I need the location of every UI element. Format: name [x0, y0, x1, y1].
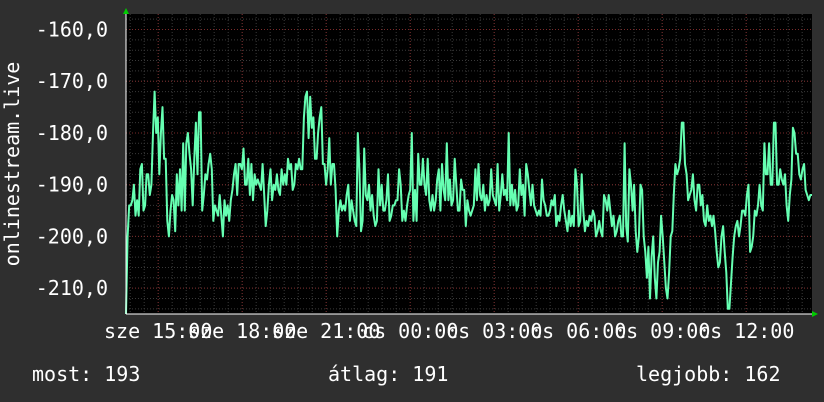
y-tick-labels: -160,0 -170,0 -180,0 -190,0 -200,0 -210,0 [36, 18, 108, 301]
x-tick-labels: sze 15:00sze 18:00sze 21:00cs 00:00cs 03… [104, 319, 794, 343]
x-tick-label: cs 00:00 [362, 319, 458, 343]
y-tick-label: -190,0 [36, 173, 108, 197]
y-tick-label: -170,0 [36, 69, 108, 93]
x-tick-label: cs 03:00 [446, 319, 542, 343]
stat-average: átlag: 191 [328, 362, 449, 386]
x-tick-label: cs 09:00 [614, 319, 710, 343]
x-tick-label: cs 12:00 [698, 319, 794, 343]
y-tick-label: -160,0 [36, 18, 108, 42]
stat-best: legjobb: 162 [636, 362, 781, 386]
stat-current: most: 193 [32, 362, 141, 386]
y-axis-label: onlinestream.live [0, 62, 24, 267]
x-tick-label: cs 06:00 [530, 319, 626, 343]
line-chart: -160,0 -170,0 -180,0 -190,0 -200,0 -210,0 sze… [0, 8, 818, 343]
y-axis-arrow [123, 8, 129, 14]
y-tick-label: -180,0 [36, 121, 108, 145]
y-tick-label: -210,0 [36, 276, 108, 300]
x-axis-arrow [812, 311, 818, 317]
y-tick-label: -200,0 [36, 224, 108, 248]
